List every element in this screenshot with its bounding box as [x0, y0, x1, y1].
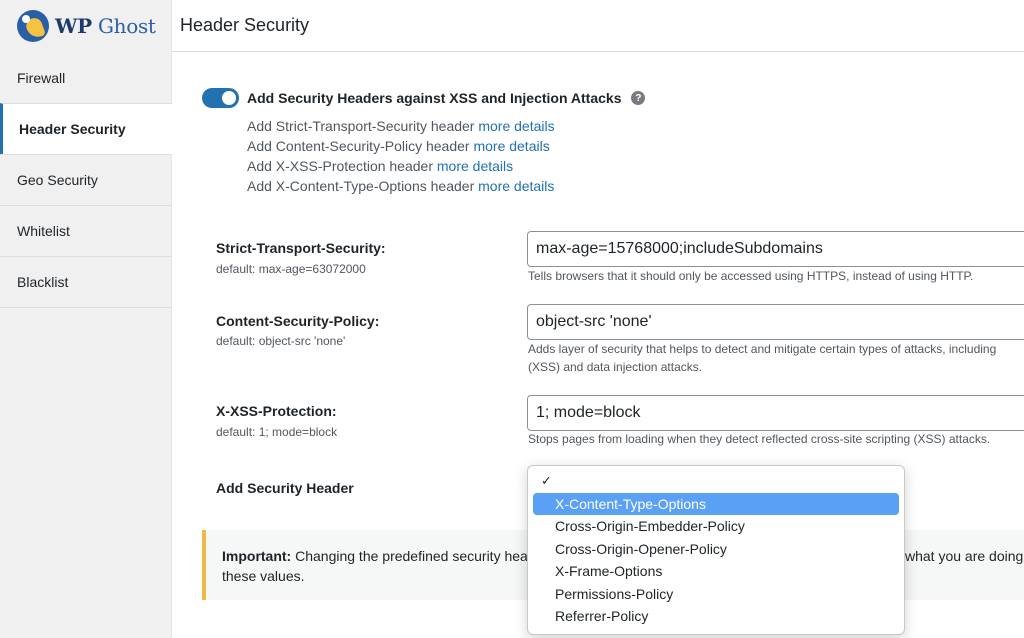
- hsts-label: Strict-Transport-Security:: [216, 240, 386, 256]
- help-icon[interactable]: ?: [631, 91, 646, 105]
- sidebar-item-geo-security[interactable]: Geo Security: [0, 154, 171, 205]
- ghost-bird-icon: [17, 10, 49, 42]
- sidebar-item-header-security[interactable]: Header Security: [0, 103, 172, 154]
- dropdown-option[interactable]: Referrer-Policy: [533, 605, 899, 628]
- add-header-label: Add Security Header: [216, 480, 354, 496]
- checkmark-icon: ✓: [541, 473, 552, 489]
- xss-label: X-XSS-Protection:: [216, 403, 337, 419]
- dropdown-option[interactable]: Cross-Origin-Embedder-Policy: [533, 515, 899, 538]
- logo-text: WP Ghost: [55, 14, 156, 38]
- csp-help-line1: Adds layer of security that helps to det…: [528, 342, 997, 356]
- csp-default: default: object-src 'none': [216, 334, 346, 348]
- security-headers-toggle-row: Add Security Headers against XSS and Inj…: [202, 88, 646, 108]
- wp-ghost-logo[interactable]: WP Ghost: [0, 0, 171, 52]
- csp-label: Content-Security-Policy:: [216, 313, 380, 329]
- csp-input[interactable]: [527, 304, 1024, 340]
- sidebar-item-whitelist[interactable]: Whitelist: [0, 205, 171, 256]
- sidebar: WP Ghost Firewall Header Security Geo Se…: [0, 0, 172, 638]
- dropdown-option-empty[interactable]: ✓: [533, 470, 899, 493]
- list-item: Add X-XSS-Protection header more details: [247, 158, 514, 174]
- security-headers-toggle[interactable]: [202, 88, 239, 108]
- page-title: Header Security: [180, 15, 310, 35]
- xss-input[interactable]: [527, 395, 1024, 431]
- sidebar-divider: [0, 307, 171, 308]
- list-item: Add Strict-Transport-Security header mor…: [247, 118, 555, 134]
- more-details-link-hsts[interactable]: more details: [478, 118, 554, 134]
- list-item: Add X-Content-Type-Options header more d…: [247, 178, 555, 194]
- more-details-link-xss[interactable]: more details: [437, 158, 513, 174]
- dropdown-option[interactable]: X-Content-Type-Options: [533, 492, 899, 515]
- more-details-link-csp[interactable]: more details: [473, 138, 549, 154]
- csp-help-line2: (XSS) and data injection attacks.: [528, 360, 703, 374]
- sidebar-item-firewall[interactable]: Firewall: [0, 52, 171, 103]
- xss-default: default: 1; mode=block: [216, 425, 338, 439]
- page-header: Header Security: [172, 0, 1024, 52]
- header-options-dropdown[interactable]: ✓ X-Content-Type-Options Cross-Origin-Em…: [527, 465, 905, 635]
- dropdown-option[interactable]: Permissions-Policy: [533, 583, 899, 606]
- more-details-link-xcto[interactable]: more details: [478, 178, 554, 194]
- dropdown-option[interactable]: X-Frame-Options: [533, 560, 899, 583]
- hsts-default: default: max-age=63072000: [216, 262, 366, 276]
- hsts-input[interactable]: [527, 231, 1024, 267]
- hsts-help: Tells browsers that it should only be ac…: [528, 269, 974, 283]
- dropdown-option[interactable]: Cross-Origin-Opener-Policy: [533, 538, 899, 561]
- toggle-label: Add Security Headers against XSS and Inj…: [247, 90, 622, 106]
- notice-line1-tail: what you are doing w: [905, 548, 1024, 564]
- csp-help: Adds layer of security that helps to det…: [528, 340, 996, 376]
- header-list: Add Strict-Transport-Security header mor…: [247, 116, 555, 196]
- xss-help: Stops pages from loading when they detec…: [528, 432, 991, 446]
- sidebar-item-blacklist[interactable]: Blacklist: [0, 256, 171, 307]
- list-item: Add Content-Security-Policy header more …: [247, 138, 550, 154]
